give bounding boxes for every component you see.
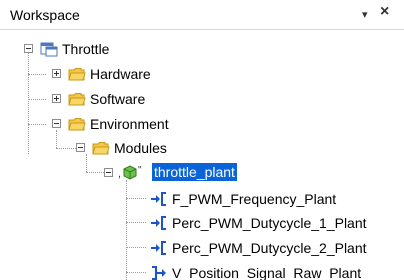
- tree-node-label: Modules: [114, 140, 167, 156]
- panel-title: Workspace: [10, 7, 80, 23]
- collapse-toggle-environment[interactable]: [52, 119, 61, 128]
- panel-menu-icon[interactable]: ▾: [362, 8, 368, 21]
- input-port-icon: [150, 215, 168, 231]
- workspace-tree: Throttle Hardware Software Environment M…: [0, 30, 404, 280]
- tree-node-label: V_Position_Signal_Raw_Plant: [172, 265, 362, 280]
- tree-node-label: Perc_PWM_Dutycycle_1_Plant: [172, 215, 367, 231]
- plant-model-icon: , ": [118, 164, 148, 180]
- svg-text:": ": [138, 165, 142, 176]
- svg-text:,: ,: [118, 168, 121, 180]
- close-icon[interactable]: ×: [380, 3, 389, 21]
- folder-icon: [68, 91, 86, 107]
- tree-node-label: Perc_PWM_Dutycycle_2_Plant: [172, 240, 367, 256]
- folder-icon: [92, 140, 110, 156]
- expand-toggle-hardware[interactable]: [52, 69, 61, 78]
- tree-node-port[interactable]: Perc_PWM_Dutycycle_2_Plant: [150, 237, 367, 259]
- workspace-icon: [40, 41, 58, 57]
- tree-node-software[interactable]: Software: [68, 88, 145, 110]
- tree-node-port[interactable]: V_Position_Signal_Raw_Plant: [150, 262, 361, 280]
- tree-node-label: Environment: [90, 116, 169, 132]
- tree-node-environment[interactable]: Environment: [68, 113, 169, 135]
- tree-node-label: Hardware: [90, 66, 151, 82]
- tree-node-label: Software: [90, 91, 146, 107]
- tree-node-label-selected: throttle_plant: [152, 163, 237, 181]
- output-port-icon: [150, 265, 168, 280]
- expand-toggle-software[interactable]: [52, 94, 61, 103]
- tree-node-modules[interactable]: Modules: [92, 137, 167, 159]
- tree-node-throttle[interactable]: Throttle: [40, 38, 109, 60]
- collapse-toggle-throttle[interactable]: [24, 44, 33, 53]
- folder-icon: [68, 116, 86, 132]
- panel-header: Workspace ▾ ×: [0, 0, 404, 30]
- folder-icon: [68, 66, 86, 82]
- tree-node-label: F_PWM_Frequency_Plant: [172, 191, 337, 207]
- tree-node-port[interactable]: F_PWM_Frequency_Plant: [150, 188, 336, 210]
- collapse-toggle-modules[interactable]: [76, 143, 85, 152]
- collapse-toggle-throttle-plant[interactable]: [104, 168, 113, 177]
- input-port-icon: [150, 191, 168, 207]
- input-port-icon: [150, 240, 168, 256]
- tree-node-throttle-plant[interactable]: , " throttle_plant: [118, 161, 237, 183]
- tree-node-port[interactable]: Perc_PWM_Dutycycle_1_Plant: [150, 212, 367, 234]
- tree-node-hardware[interactable]: Hardware: [68, 63, 151, 85]
- tree-node-label: Throttle: [62, 41, 110, 57]
